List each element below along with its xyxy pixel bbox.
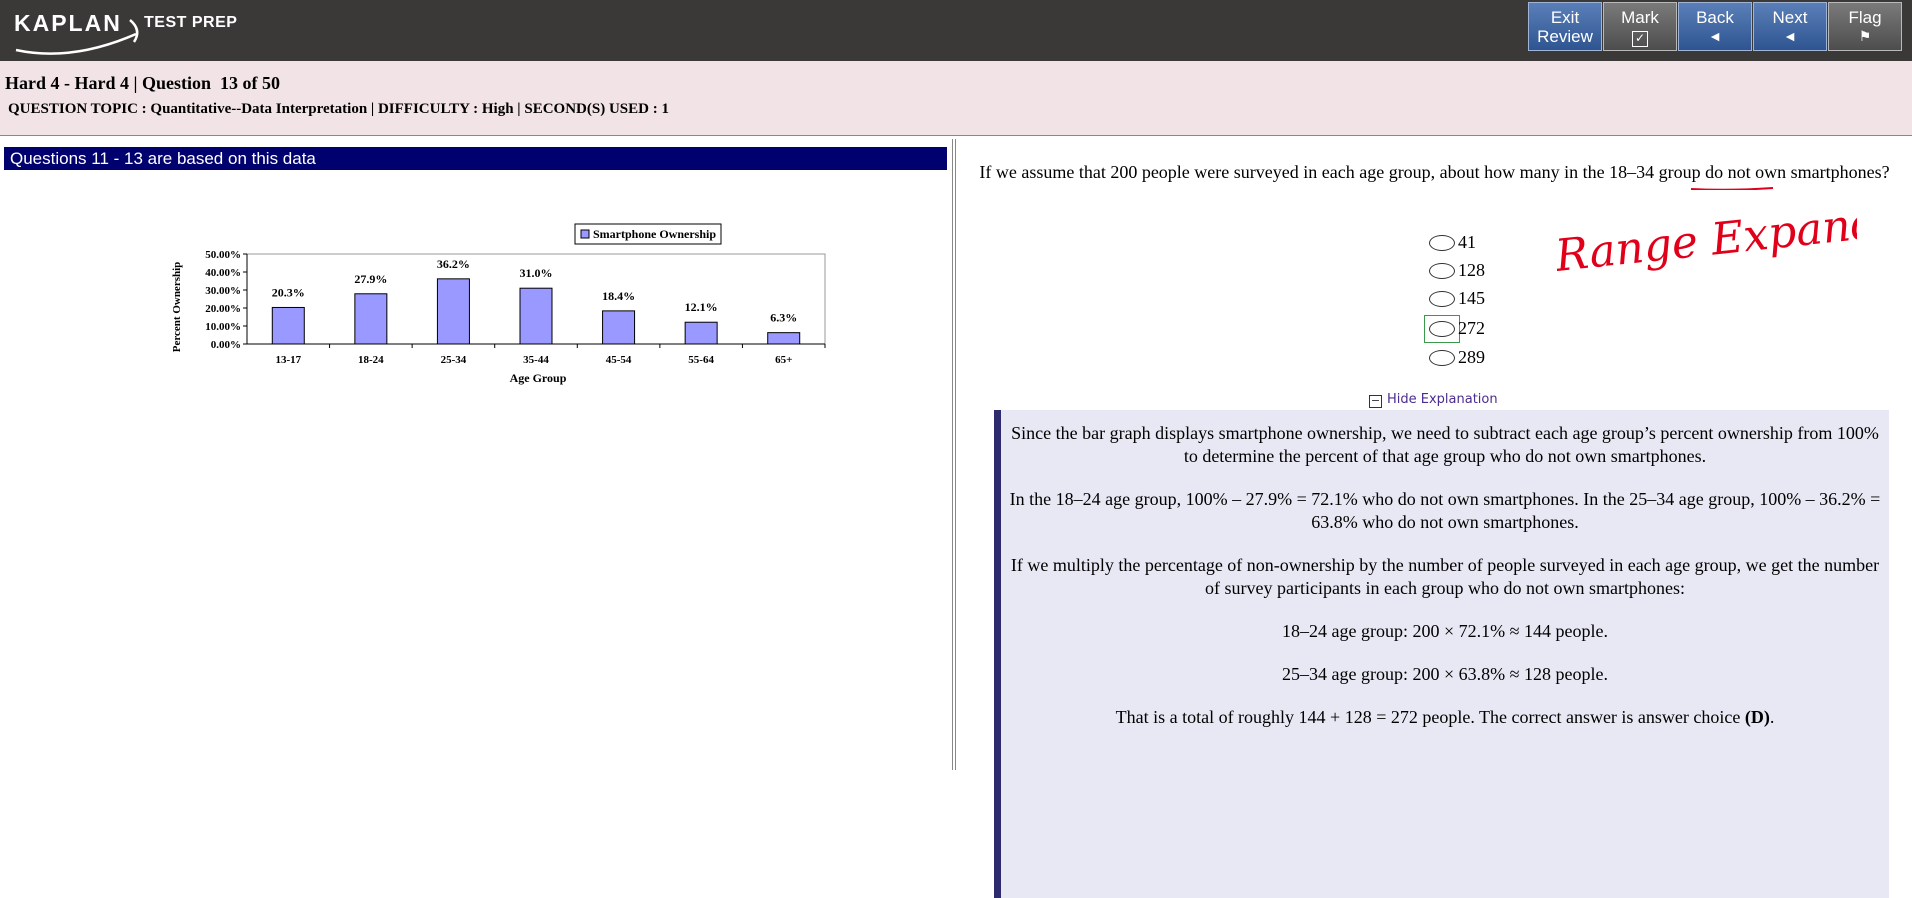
question-pane: If we assume that 200 people were survey…	[957, 139, 1912, 898]
bar-data-label: 31.0%	[520, 266, 553, 280]
exit-label-2: Review	[1537, 27, 1593, 46]
stem-emphasis: 18–34	[1609, 162, 1655, 182]
next-button[interactable]: Next ◄	[1753, 2, 1827, 51]
pane-divider	[955, 139, 956, 770]
bar	[519, 287, 553, 345]
y-tick-label: 10.00%	[205, 321, 241, 333]
choice-e[interactable]: 289	[1425, 346, 1525, 370]
x-tick-label: 25-34	[441, 354, 467, 366]
x-tick-label: 18-24	[358, 354, 384, 366]
bar-data-label: 6.3%	[770, 311, 797, 325]
x-tick-label: 35-44	[523, 354, 549, 366]
handwritten-annotation: Range Expanded	[1557, 203, 1857, 282]
radio-icon[interactable]	[1429, 350, 1455, 366]
bar	[436, 278, 470, 345]
annotation-text: Range Expanded	[1557, 203, 1857, 282]
top-bar: KAPLAN TEST PREP Exit Review Mark ✓ Back…	[0, 0, 1912, 61]
next-label: Next	[1772, 8, 1808, 27]
question-header: Hard 4 - Hard 4 | Question 13 of 50 QUES…	[0, 61, 1912, 136]
choice-label: 128	[1458, 260, 1485, 280]
underline-annotation	[1690, 187, 1774, 190]
bar-chart: 0.00% 10.00% 20.00% 30.00% 40.00% 50.00% Perce…	[171, 223, 826, 385]
bar-data-label: 18.4%	[602, 289, 635, 303]
x-tick-label: 13-17	[275, 354, 301, 366]
bar	[354, 293, 388, 345]
choice-label: 41	[1458, 232, 1476, 252]
hide-explanation-toggle[interactable]: − Hide Explanation	[1369, 392, 1498, 408]
choice-label: 289	[1458, 347, 1485, 367]
x-tick-label: 55-64	[688, 354, 714, 366]
bar	[602, 310, 636, 345]
radio-icon[interactable]	[1429, 321, 1455, 337]
back-arrow-icon: ◄	[1708, 28, 1722, 44]
bar-data-label: 27.9%	[354, 272, 387, 286]
x-tick-label: 45-54	[606, 354, 632, 366]
explanation-formula-2: 25–34 age group: 200 × 63.8% ≈ 128 peopl…	[1282, 664, 1608, 684]
y-tick-label: 20.00%	[205, 303, 241, 315]
flag-label: Flag	[1848, 8, 1882, 27]
explanation-conclusion: That is a total of roughly 144 + 128 = 2…	[1007, 706, 1883, 729]
choice-label: 145	[1458, 288, 1485, 308]
explanation-paragraph-2: In the 18–24 age group, 100% – 27.9% = 7…	[1009, 489, 1881, 532]
exit-review-button[interactable]: Exit Review	[1528, 2, 1602, 51]
radio-icon[interactable]	[1429, 263, 1455, 279]
choice-label: 272	[1458, 318, 1485, 338]
y-axis-label: Percent Ownership	[171, 262, 183, 353]
y-tick-label: 50.00%	[205, 249, 241, 261]
y-tick-label: 0.00%	[211, 339, 241, 351]
x-tick-label: 65+	[775, 354, 792, 366]
conclusion-period: .	[1769, 707, 1775, 727]
bar-data-label: 12.1%	[685, 300, 718, 314]
back-label: Back	[1696, 8, 1734, 27]
logo-subtext: TEST PREP	[144, 14, 238, 31]
next-arrow-icon: ◄	[1783, 28, 1797, 44]
stem-text-2: group do not own smartphones?	[1654, 162, 1890, 182]
flag-button[interactable]: Flag ⚑	[1828, 2, 1902, 51]
bar	[271, 306, 305, 345]
checkmark-icon: ✓	[1632, 31, 1648, 47]
y-tick-label: 40.00%	[205, 267, 241, 279]
hide-explanation-label: Hide Explanation	[1387, 392, 1498, 407]
back-button[interactable]: Back ◄	[1678, 2, 1752, 51]
radio-icon[interactable]	[1429, 291, 1455, 307]
answer-letter: (D)	[1744, 707, 1770, 727]
bar	[684, 321, 718, 345]
bar	[767, 332, 801, 345]
exit-label-1: Exit	[1550, 8, 1580, 27]
explanation-paragraph-3: If we multiply the percentage of non-own…	[1010, 555, 1880, 598]
stem-text-1: If we assume that 200 people were survey…	[979, 162, 1610, 182]
legend-label: Smartphone Ownership	[593, 227, 716, 241]
flag-icon: ⚑	[1858, 28, 1872, 44]
question-topic: QUESTION TOPIC : Quantitative--Data Inte…	[8, 101, 669, 117]
conclusion-text: That is a total of roughly 144 + 128 = 2…	[1115, 707, 1745, 727]
question-stem: If we assume that 200 people were survey…	[977, 161, 1892, 184]
choice-c[interactable]: 145	[1425, 287, 1525, 311]
legend-swatch	[580, 229, 590, 239]
radio-icon[interactable]	[1429, 235, 1455, 251]
choice-b[interactable]: 128	[1425, 259, 1525, 283]
choice-d[interactable]: 272	[1424, 315, 1525, 343]
y-tick-label: 30.00%	[205, 285, 241, 297]
x-axis-label: Age Group	[510, 371, 567, 385]
explanation-formula-1: 18–24 age group: 200 × 72.1% ≈ 144 peopl…	[1282, 621, 1608, 641]
mark-button[interactable]: Mark ✓	[1603, 2, 1677, 51]
bar-data-label: 36.2%	[437, 257, 470, 271]
mark-label: Mark	[1621, 8, 1659, 27]
choice-a[interactable]: 41	[1425, 231, 1525, 255]
explanation-paragraph-1: Since the bar graph displays smartphone …	[1011, 423, 1879, 466]
nav-buttons: Exit Review Mark ✓ Back ◄ Next ◄ Flag ⚑	[1528, 2, 1902, 52]
explanation-panel: Since the bar graph displays smartphone …	[994, 410, 1889, 898]
logo-text: KAPLAN	[14, 10, 122, 36]
question-title: Hard 4 - Hard 4 | Question 13 of 50	[5, 73, 280, 93]
collapse-icon: −	[1369, 394, 1382, 408]
bar-data-label: 20.3%	[272, 285, 305, 299]
passage-heading: Questions 11 - 13 are based on this data	[4, 147, 947, 170]
